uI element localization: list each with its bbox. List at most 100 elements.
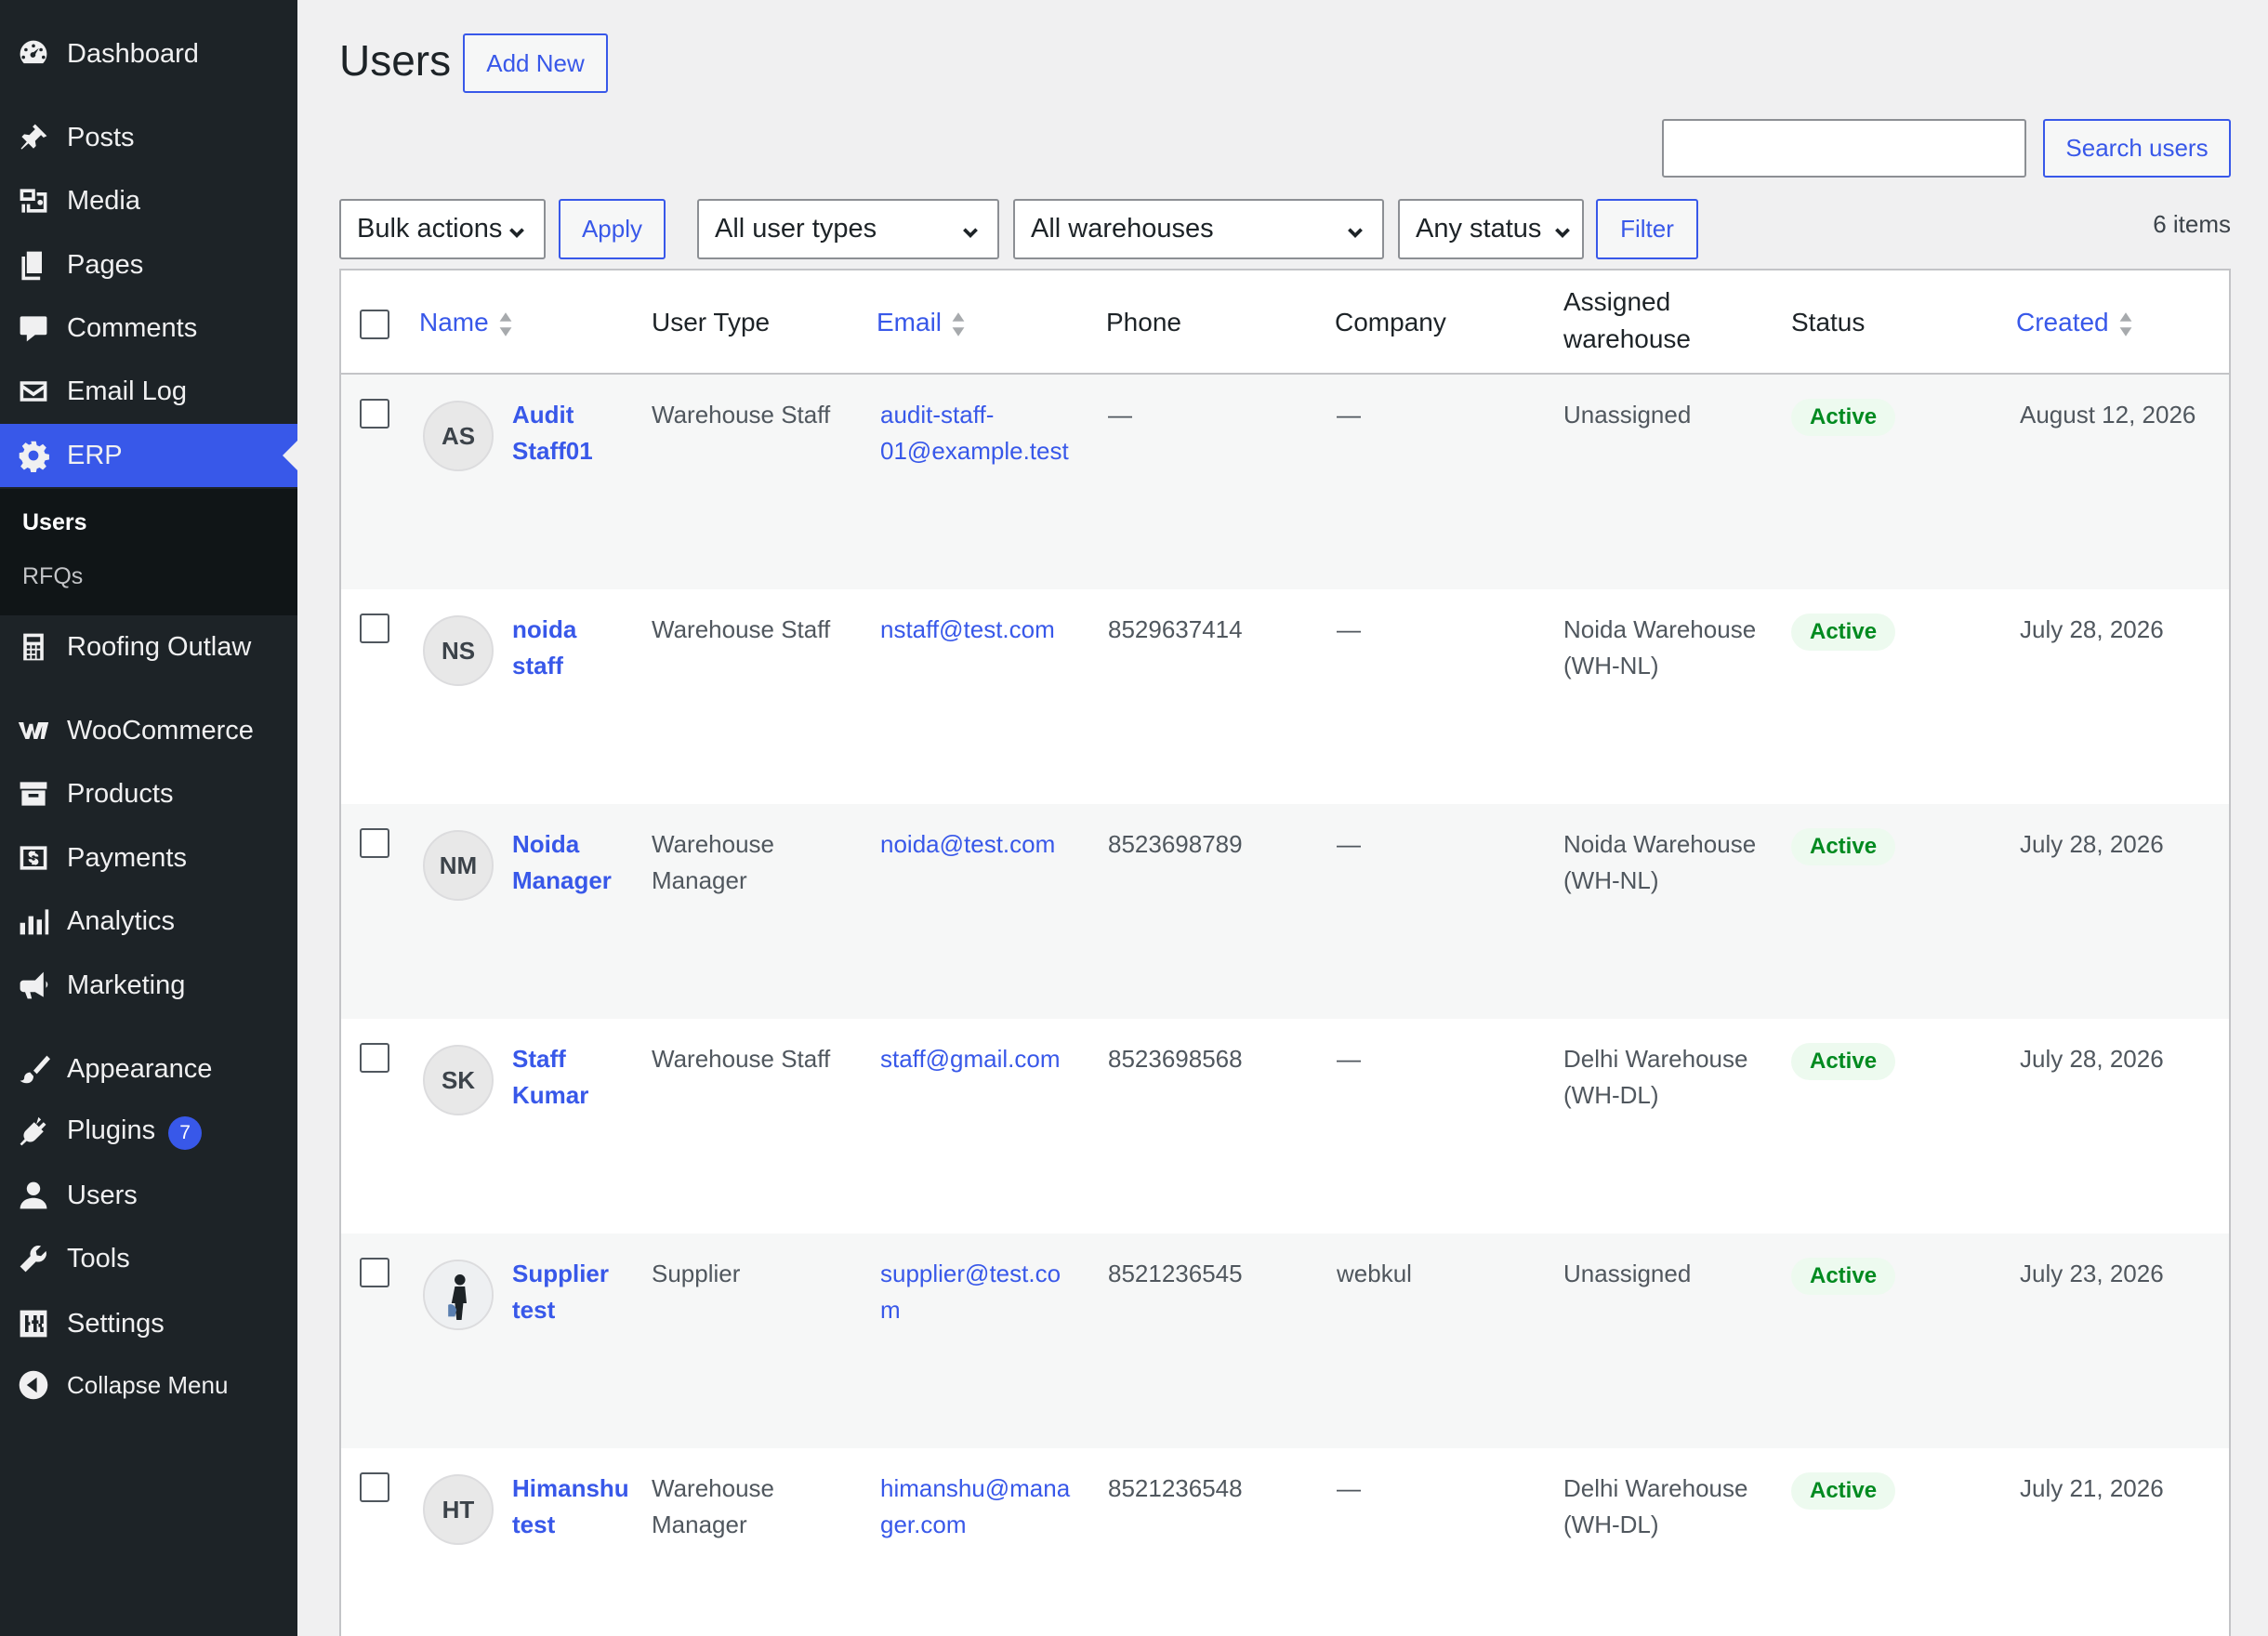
email-line: noida@test.com [880,830,1056,858]
sidebar-item-users[interactable]: Users [0,1164,297,1227]
user-type-cell: Warehouse Staff [652,397,830,433]
sidebar-item-products[interactable]: Products [0,762,297,825]
erp-submenu: Users RFQs [0,489,297,615]
sidebar-item-media[interactable]: Media [0,169,297,232]
email-link[interactable]: himanshu@mana ger.com [880,1471,1070,1543]
sidebar-item-erp[interactable]: ERP [0,424,297,487]
avatar: NM [423,830,494,901]
woo-icon [16,713,51,748]
bulk-actions-value: Bulk actions [357,214,503,244]
table-row: NS noida staff Warehouse Staff nstaff@tes… [341,589,2229,804]
name-line: Kumar [512,1081,589,1109]
filter-button[interactable]: Filter [1596,199,1698,259]
sidebar-item-label: Analytics [67,905,176,936]
sidebar-item-label: Users [67,1180,138,1210]
user-icon [16,1178,51,1213]
sidebar-item-dashboard[interactable]: Dashboard [0,22,297,86]
type-line: Warehouse [652,830,774,858]
select-all-checkbox[interactable] [360,310,389,339]
user-name-link[interactable]: Himanshu test [512,1471,629,1543]
sidebar-item-email-log[interactable]: Email Log [0,360,297,423]
sliders-icon [16,1306,51,1341]
status-select[interactable]: Any status [1398,199,1584,259]
sidebar-item-roofing-outlaw[interactable]: Roofing Outlaw [0,615,297,679]
warehouses-select[interactable]: All warehouses [1013,199,1384,259]
warehouse-line: Delhi Warehouse [1563,1045,1748,1073]
sidebar-item-posts[interactable]: Posts [0,106,297,169]
name-line: Manager [512,866,612,894]
collapse-menu-button[interactable]: Collapse Menu [0,1353,297,1417]
column-header-name[interactable]: Name [419,304,513,341]
apply-button[interactable]: Apply [559,199,666,259]
row-checkbox[interactable] [360,828,389,858]
email-line: 01@example.test [880,437,1069,465]
email-link[interactable]: noida@test.com [880,826,1055,863]
sidebar-item-appearance[interactable]: Appearance [0,1037,297,1101]
created-cell: July 28, 2026 [2020,1045,2164,1073]
add-new-button[interactable]: Add New [463,33,608,93]
user-name-link[interactable]: Supplier test [512,1256,609,1328]
row-checkbox[interactable] [360,1258,389,1287]
row-checkbox[interactable] [360,1043,389,1073]
sidebar-item-label: Dashboard [67,38,199,69]
user-types-select[interactable]: All user types [697,199,999,259]
warehouse-line: (WH-NL) [1563,866,1659,894]
items-count: 6 items [2153,210,2231,238]
row-checkbox[interactable] [360,1472,389,1502]
sidebar-item-woocommerce[interactable]: WooCommerce [0,699,297,762]
email-link[interactable]: staff@gmail.com [880,1041,1061,1077]
sidebar-item-label: Collapse Menu [67,1370,229,1399]
sidebar-item-pages[interactable]: Pages [0,233,297,297]
sort-arrows-icon [951,310,966,339]
column-header-created[interactable]: Created [2016,304,2133,341]
name-line: Staff [512,1045,566,1073]
email-link[interactable]: audit-staff- 01@example.test [880,397,1069,469]
submenu-item-rfqs[interactable]: RFQs [22,563,83,590]
sidebar-item-tools[interactable]: Tools [0,1227,297,1290]
column-header-user-type: User Type [652,308,771,336]
user-name-link[interactable]: noida staff [512,612,576,684]
dashboard-icon [16,36,51,72]
row-checkbox[interactable] [360,399,389,429]
sidebar-item-payments[interactable]: Payments [0,826,297,890]
column-header-email[interactable]: Email [877,304,966,341]
sidebar-item-analytics[interactable]: Analytics [0,890,297,953]
search-users-button[interactable]: Search users [2043,119,2231,178]
submenu-item-users[interactable]: Users [22,509,87,536]
created-cell: July 28, 2026 [2020,830,2164,858]
sidebar-item-settings[interactable]: Settings [0,1292,297,1355]
avatar: HT [423,1474,494,1545]
sidebar-item-label: Appearance [67,1053,213,1084]
status-badge: Active [1791,399,1896,436]
column-header-warehouse: Assigned warehouse [1563,284,1691,358]
email-link[interactable]: nstaff@test.com [880,612,1055,648]
column-header-label: Email [877,308,943,336]
email-link[interactable]: supplier@test.co m [880,1256,1061,1328]
status-value: Any status [1416,214,1542,244]
user-name-link[interactable]: Staff Kumar [512,1041,588,1114]
sidebar-item-label: Email Log [67,376,187,406]
sidebar-item-label: Plugins [67,1115,156,1145]
type-line: Warehouse Staff [652,1045,831,1073]
calculator-icon [16,629,51,665]
user-name-link[interactable]: Noida Manager [512,826,612,899]
warehouse-line: (WH-DL) [1563,1081,1659,1109]
search-input[interactable] [1662,119,2026,178]
sidebar-item-label: Posts [67,122,135,152]
user-types-value: All user types [715,214,877,244]
pages-icon [16,247,51,283]
name-line: test [512,1296,556,1324]
user-name-link[interactable]: Audit Staff01 [512,397,593,469]
row-checkbox[interactable] [360,614,389,643]
user-type-cell: Warehouse Manager [652,826,774,899]
phone-cell: — [1108,401,1132,429]
bulk-actions-select[interactable]: Bulk actions [339,199,546,259]
avatar: NS [423,615,494,686]
phone-cell: 8521236548 [1108,1474,1243,1502]
chevron-down-icon [960,219,981,240]
sidebar-item-plugins[interactable]: Plugins 7 [0,1101,297,1164]
sidebar-item-comments[interactable]: Comments [0,297,297,360]
sidebar-item-marketing[interactable]: Marketing [0,954,297,1017]
created-cell: July 21, 2026 [2020,1474,2164,1502]
email-line: audit-staff- [880,401,995,429]
